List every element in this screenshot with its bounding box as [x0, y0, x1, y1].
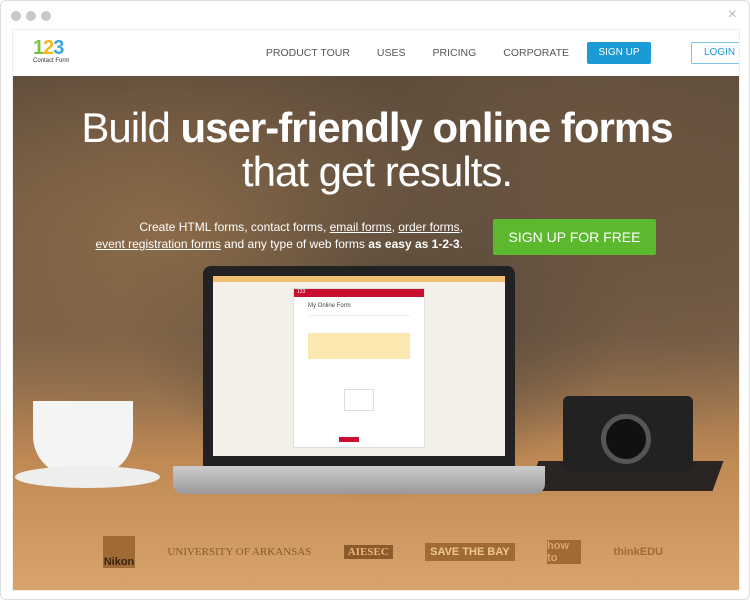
how-to-web-logo: how to web — [547, 540, 582, 576]
nav-product-tour[interactable]: PRODUCT TOUR — [266, 47, 350, 59]
laptop-image: 123 My Online Form — [203, 266, 515, 466]
window-dot[interactable] — [26, 11, 36, 21]
save-the-bay-logo: SAVE THE BAY — [425, 543, 515, 561]
login-button[interactable]: LOGIN — [691, 42, 739, 64]
navbar: 123 Contact Form PRODUCT TOUR USES PRICI… — [13, 30, 739, 76]
client-logos: Nikon UNIVERSITY OF ARKANSAS AIESEC SAVE… — [103, 536, 663, 576]
window-dot[interactable] — [41, 11, 51, 21]
order-forms-link[interactable]: order forms — [398, 220, 459, 234]
hero: Build user-friendly online forms that get… — [13, 76, 739, 590]
camera-image — [563, 396, 693, 471]
sign-up-button[interactable]: SIGN UP — [587, 42, 651, 64]
browser-window: × 123 Contact Form PRODUCT TOUR USES PRI… — [0, 0, 750, 600]
form-submit-button — [339, 437, 359, 442]
window-controls — [11, 11, 51, 21]
laptop-base — [173, 466, 545, 494]
logo[interactable]: 123 Contact Form — [33, 38, 69, 64]
email-forms-link[interactable]: email forms — [330, 220, 392, 234]
event-registration-link[interactable]: event registration forms — [95, 237, 220, 251]
thinkedu-logo: thinkEDU — [613, 546, 663, 558]
form-preview: 123 My Online Form — [293, 288, 425, 448]
website: 123 Contact Form PRODUCT TOUR USES PRICI… — [12, 29, 740, 591]
arkansas-logo: UNIVERSITY OF ARKANSAS — [167, 546, 312, 558]
nav-corporate[interactable]: CORPORATE — [503, 47, 569, 59]
nikon-logo: Nikon — [103, 536, 135, 568]
headline: Build user-friendly online forms that get… — [81, 104, 673, 195]
close-icon[interactable]: × — [728, 6, 737, 24]
sign-up-free-button[interactable]: SIGN UP FOR FREE — [493, 219, 656, 255]
nav-uses[interactable]: USES — [377, 47, 406, 59]
window-dot[interactable] — [11, 11, 21, 21]
saucer-image — [15, 466, 160, 488]
nav-pricing[interactable]: PRICING — [433, 47, 477, 59]
hero-subtext: Create HTML forms, contact forms, email … — [95, 220, 463, 251]
aiesec-logo: AIESEC — [343, 545, 393, 559]
coffee-cup-image — [33, 401, 133, 476]
